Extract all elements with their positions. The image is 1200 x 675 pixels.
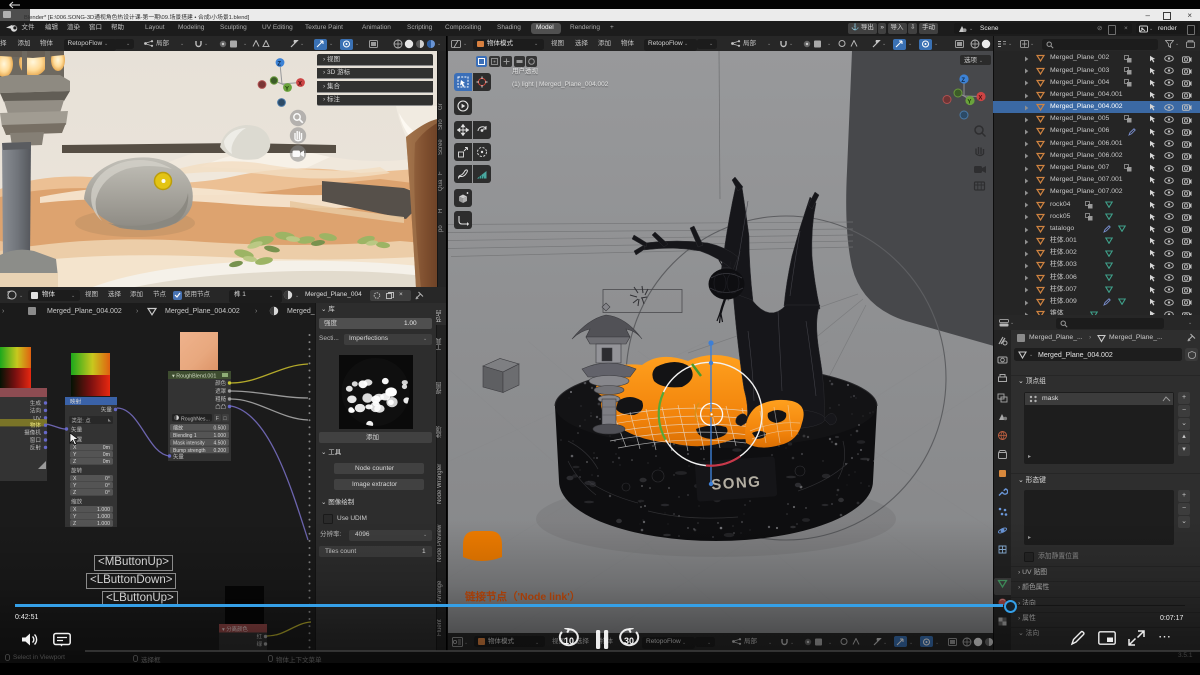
svg-text:摄像机: 摄像机 <box>24 429 41 437</box>
svg-text:绿: 绿 <box>257 640 263 648</box>
svg-text:1.000: 1.000 <box>213 433 226 439</box>
svg-text:Y: Y <box>73 483 77 489</box>
svg-text:Y: Y <box>73 514 77 520</box>
svg-text:Bump strength: Bump strength <box>173 448 206 454</box>
svg-text:红: 红 <box>257 633 263 641</box>
svg-text:Z: Z <box>277 61 281 67</box>
svg-text:10: 10 <box>564 636 574 646</box>
svg-text:缩放: 缩放 <box>71 498 83 506</box>
svg-text:类型: 点: 类型: 点 <box>72 416 92 424</box>
svg-text:0m: 0m <box>103 452 110 458</box>
svg-text:0m: 0m <box>103 459 110 465</box>
svg-text:矢量: 矢量 <box>71 426 83 434</box>
svg-text:UV: UV <box>33 416 41 422</box>
svg-text:Blending 1: Blending 1 <box>173 433 197 439</box>
svg-text:遮罩: 遮罩 <box>215 387 226 395</box>
svg-text:▾ RoughBlend.001: ▾ RoughBlend.001 <box>172 374 216 380</box>
svg-text:旋转: 旋转 <box>71 467 83 475</box>
svg-text:0°: 0° <box>105 483 110 489</box>
svg-text:窗口: 窗口 <box>30 436 41 444</box>
svg-text:Mask intensity: Mask intensity <box>173 440 205 446</box>
svg-text:Y: Y <box>285 86 289 92</box>
svg-text:矢量: 矢量 <box>101 406 113 414</box>
svg-text:X: X <box>73 445 77 451</box>
svg-text:0°: 0° <box>105 476 110 482</box>
svg-text:粗糙: 粗糙 <box>215 395 226 403</box>
svg-text:0°: 0° <box>105 490 110 496</box>
svg-text:1.000: 1.000 <box>97 514 110 520</box>
svg-text:反射: 反射 <box>30 443 42 451</box>
svg-text:1.000: 1.000 <box>97 507 110 513</box>
svg-text:Z: Z <box>73 521 76 527</box>
svg-text:Y: Y <box>73 452 77 458</box>
svg-text:0m: 0m <box>103 445 110 451</box>
svg-text:1.000: 1.000 <box>97 521 110 527</box>
svg-text:凸凸: 凸凸 <box>215 404 226 411</box>
svg-text:RoughNes...: RoughNes... <box>181 416 210 422</box>
svg-text:X: X <box>73 476 77 482</box>
svg-text:X: X <box>978 95 982 101</box>
svg-text:Z: Z <box>961 77 965 83</box>
svg-text:生成: 生成 <box>30 399 42 407</box>
svg-text:法向: 法向 <box>30 406 42 414</box>
svg-text:缩放: 缩放 <box>173 424 183 431</box>
svg-text:X: X <box>298 81 302 87</box>
svg-text:▾ 分离颜色: ▾ 分离颜色 <box>222 625 248 633</box>
svg-text:30: 30 <box>624 636 634 646</box>
svg-text:物体: 物体 <box>30 421 42 429</box>
svg-text:矢量: 矢量 <box>173 453 184 461</box>
svg-text:0.200: 0.200 <box>213 448 226 454</box>
svg-text:F: F <box>216 416 219 422</box>
svg-text:4.500: 4.500 <box>213 440 226 446</box>
svg-text:SONG: SONG <box>711 473 762 493</box>
svg-text:Z: Z <box>73 490 76 496</box>
svg-text:Z: Z <box>73 459 76 465</box>
svg-text:颜色: 颜色 <box>215 379 226 387</box>
svg-text:Y: Y <box>967 99 971 105</box>
svg-text:0.500: 0.500 <box>213 425 226 431</box>
svg-text:映射: 映射 <box>70 398 82 406</box>
svg-text:X: X <box>73 507 77 513</box>
